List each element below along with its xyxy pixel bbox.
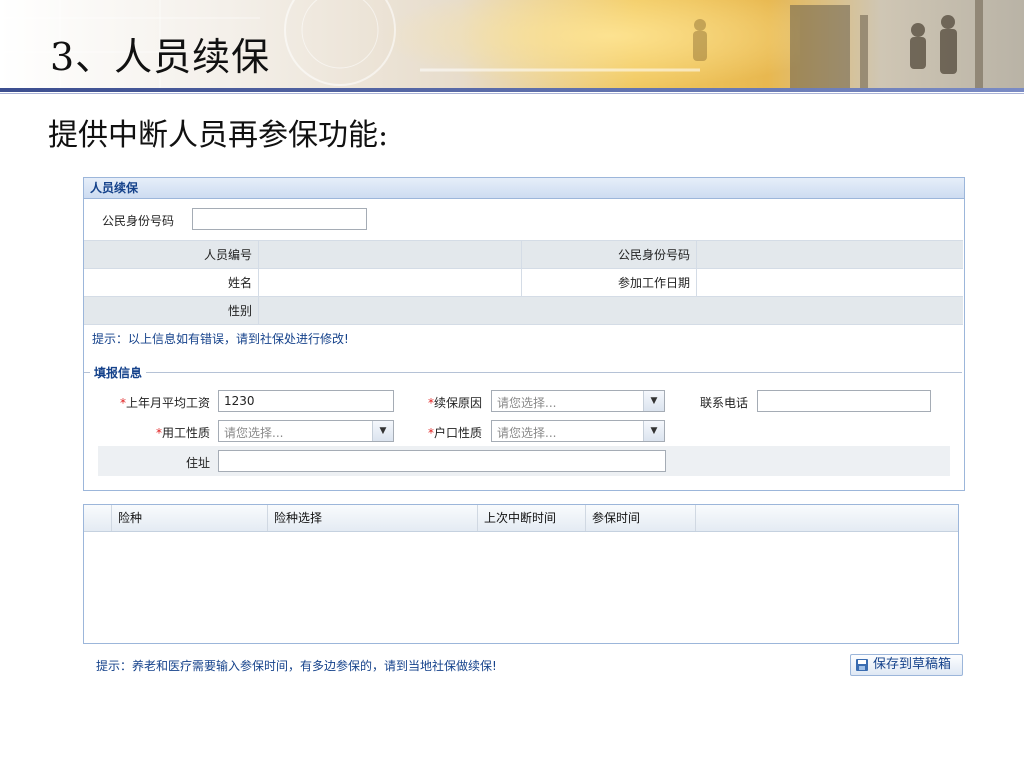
title-rule-thin <box>0 93 1024 94</box>
name-value <box>258 268 522 297</box>
footer-tip: 提示：养老和医疗需要输入参保时间，有多边参保的，请到当地社保做续保! <box>96 659 497 673</box>
insurance-type-grid: 险种 险种选择 上次中断时间 参保时间 <box>83 504 959 644</box>
save-to-draft-button[interactable]: 保存到草稿箱 <box>850 654 963 676</box>
save-to-draft-label: 保存到草稿箱 <box>873 657 952 672</box>
slide-subtitle: 提供中断人员再参保功能: <box>48 118 389 153</box>
person-info-table: 人员编号 公民身份号码 姓名 参加工作日期 性别 <box>84 240 963 325</box>
info-row: 姓名 参加工作日期 <box>84 268 963 297</box>
gender-label: 性别 <box>84 296 259 325</box>
id-number-info-label: 公民身份号码 <box>521 240 697 269</box>
form-row-2: *用工性质 请您选择... ▼ *户口性质 请您选择... ▼ <box>98 416 950 446</box>
search-row: 公民身份号码 <box>84 199 962 235</box>
renew-reason-select[interactable]: 请您选择... ▼ <box>491 390 665 412</box>
household-type-label: *户口性质 <box>427 426 482 440</box>
form-row-3: 住址 <box>98 446 950 476</box>
person-number-label: 人员编号 <box>84 240 259 269</box>
address-label: 住址 <box>185 456 210 470</box>
gender-value <box>258 296 963 325</box>
renew-insurance-panel: 人员续保 公民身份号码 人员编号 公民身份号码 姓名 参加工作日期 性别 提示：… <box>83 177 965 491</box>
column-insurance-selection[interactable]: 险种选择 <box>267 505 477 531</box>
household-type-select[interactable]: 请您选择... ▼ <box>491 420 665 442</box>
grid-body <box>84 532 958 642</box>
floppy-disk-icon <box>856 659 868 671</box>
chevron-down-icon[interactable]: ▼ <box>372 421 393 441</box>
grid-filler-column <box>695 505 958 531</box>
info-row: 性别 <box>84 296 963 325</box>
slide-title: 3、人员续保 <box>50 35 271 79</box>
column-insurance-type[interactable]: 险种 <box>111 505 267 531</box>
panel-title: 人员续保 <box>84 178 964 199</box>
column-last-interruption-time[interactable]: 上次中断时间 <box>477 505 585 531</box>
fieldset-legend: 填报信息 <box>90 364 147 381</box>
id-number-info-value <box>696 240 963 269</box>
grid-rownum-column <box>84 505 111 531</box>
info-correction-tip: 提示：以上信息如有错误，请到社保处进行修改! <box>92 332 349 346</box>
employment-type-label: *用工性质 <box>155 426 210 440</box>
address-input[interactable] <box>218 450 666 472</box>
work-start-date-label: 参加工作日期 <box>521 268 697 297</box>
avg-wage-input[interactable]: 1230 <box>218 390 394 412</box>
id-number-label: 公民身份号码 <box>102 214 175 228</box>
id-number-search-input[interactable] <box>192 208 367 230</box>
employment-type-select[interactable]: 请您选择... ▼ <box>218 420 394 442</box>
fill-info-fieldset: 填报信息 *上年月平均工资 1230 *续保原因 请您选择... ▼ 联系电话 … <box>84 364 962 488</box>
phone-label: 联系电话 <box>699 396 748 410</box>
name-label: 姓名 <box>84 268 259 297</box>
title-rule <box>0 88 1024 92</box>
column-enrollment-time[interactable]: 参保时间 <box>585 505 695 531</box>
avg-wage-label: *上年月平均工资 <box>119 396 210 410</box>
chevron-down-icon[interactable]: ▼ <box>643 391 664 411</box>
info-row: 人员编号 公民身份号码 <box>84 240 963 269</box>
renew-reason-label: *续保原因 <box>427 396 482 410</box>
person-number-value <box>258 240 522 269</box>
form-row-1: *上年月平均工资 1230 *续保原因 请您选择... ▼ 联系电话 <box>98 386 950 416</box>
fieldset-border <box>84 372 962 373</box>
grid-header: 险种 险种选择 上次中断时间 参保时间 <box>84 505 958 532</box>
chevron-down-icon[interactable]: ▼ <box>643 421 664 441</box>
phone-input[interactable] <box>757 390 931 412</box>
work-start-date-value <box>696 268 963 297</box>
